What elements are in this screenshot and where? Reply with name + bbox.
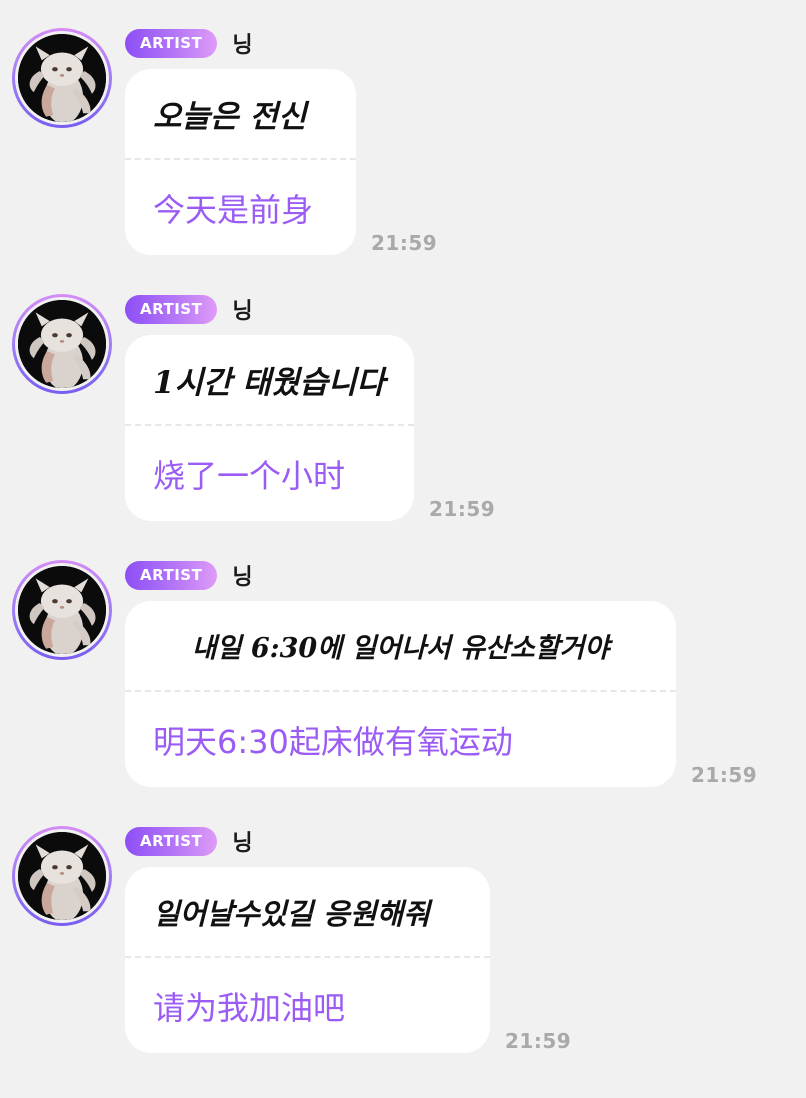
avatar[interactable] [12, 294, 112, 394]
cat-avatar-image [18, 34, 106, 122]
avatar-ring-gap [15, 297, 109, 391]
avatar-ring-gap [15, 829, 109, 923]
artist-badge: ARTIST [125, 560, 218, 590]
timestamp: 21:59 [505, 1029, 572, 1053]
avatar-ring-gap [15, 563, 109, 657]
timestamp: 21:59 [429, 497, 496, 521]
original-text: 내일 6:30에 일어나서 유산소할거야 [191, 633, 610, 664]
sender-name[interactable]: 닝 [232, 825, 252, 857]
avatar[interactable] [12, 560, 112, 660]
artist-badge: ARTIST [125, 826, 218, 856]
timestamp: 21:59 [691, 763, 758, 787]
cat-avatar-image [18, 832, 106, 920]
sender-name[interactable]: 닝 [232, 293, 252, 325]
cat-avatar-image [18, 300, 106, 388]
artist-badge: ARTIST [125, 294, 218, 324]
sender-name[interactable]: 닝 [232, 27, 252, 59]
message-header: ARTIST 닝 [125, 294, 253, 324]
message-bubble[interactable]: 오늘은 전신 今天是前身 [125, 69, 356, 255]
avatar[interactable] [12, 28, 112, 128]
translation-text: 今天是前身 [153, 190, 314, 229]
message-header: ARTIST 닝 [125, 560, 253, 590]
timestamp: 21:59 [371, 231, 438, 255]
artist-badge: ARTIST [125, 28, 218, 58]
avatar-ring-gap [15, 31, 109, 125]
original-text: 1시간 태웠습니다 [153, 365, 386, 401]
message-header: ARTIST 닝 [125, 826, 253, 856]
cat-avatar-image [18, 566, 106, 654]
avatar[interactable] [12, 826, 112, 926]
original-text: 오늘은 전신 [153, 99, 307, 135]
translation-text: 请为我加油吧 [153, 988, 346, 1027]
message-bubble[interactable]: 내일 6:30에 일어나서 유산소할거야 明天6:30起床做有氧运动 [125, 601, 676, 787]
translation-text: 烧了一个小时 [153, 456, 346, 495]
message-bubble[interactable]: 1시간 태웠습니다 烧了一个小时 [125, 335, 414, 521]
sender-name[interactable]: 닝 [232, 559, 252, 591]
original-text: 일어날수있길 응원해줘 [153, 896, 430, 931]
translation-text: 明天6:30起床做有氧运动 [153, 722, 513, 761]
message-bubble[interactable]: 일어날수있길 응원해줘 请为我加油吧 [125, 867, 490, 1053]
message-header: ARTIST 닝 [125, 28, 253, 58]
